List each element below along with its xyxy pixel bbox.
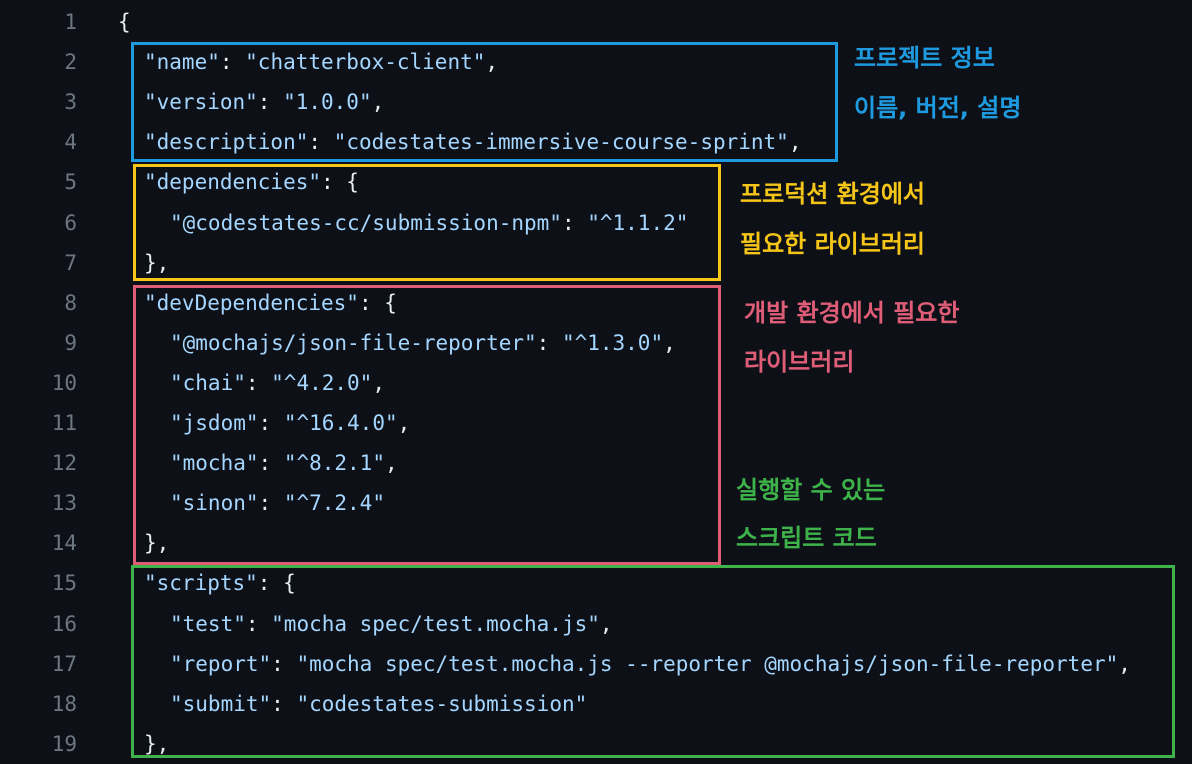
- line-number: 12: [51, 451, 77, 476]
- line-number: 19: [51, 731, 77, 756]
- line-number: 17: [51, 651, 77, 676]
- line-number: 1: [64, 10, 77, 34]
- dev-dependencies-note-title: 개발 환경에서 필요한: [744, 299, 960, 327]
- line-number: 6: [64, 210, 77, 235]
- scripts-note-detail: 스크립트 코드: [736, 524, 877, 552]
- dependencies-note-detail: 필요한 라이브러리: [740, 230, 925, 258]
- project-info-note-title: 프로젝트 정보: [854, 44, 995, 72]
- json-punctuation: {: [118, 10, 131, 34]
- dev-dependencies-note-detail: 라이브러리: [744, 348, 855, 376]
- line-number: 5: [64, 170, 77, 195]
- line-number: 7: [64, 250, 77, 275]
- scripts-note-title: 실행할 수 있는: [736, 476, 886, 504]
- code-line: 1{: [0, 2, 1192, 42]
- line-number: 2: [64, 50, 77, 75]
- line-number: 8: [64, 290, 77, 315]
- project-info-note-detail: 이름, 버전, 설명: [854, 94, 1022, 122]
- dev-dependencies-highlight-box: [133, 285, 721, 565]
- line-number: 3: [64, 90, 77, 115]
- line-number: 4: [64, 130, 77, 155]
- line-number: 10: [51, 370, 77, 395]
- line-number: 18: [51, 691, 77, 716]
- scripts-highlight-box: [131, 565, 1175, 758]
- line-number: 11: [51, 411, 77, 435]
- dependencies-note-title: 프로덕션 환경에서: [740, 180, 925, 208]
- dependencies-highlight-box: [133, 164, 721, 281]
- project-info-highlight-box: [131, 42, 838, 162]
- line-number: 15: [51, 571, 77, 596]
- code-text: {: [118, 2, 131, 42]
- line-number: 16: [51, 611, 77, 636]
- line-number: 13: [51, 491, 77, 516]
- line-number: 14: [51, 531, 77, 556]
- line-number: 9: [64, 330, 77, 355]
